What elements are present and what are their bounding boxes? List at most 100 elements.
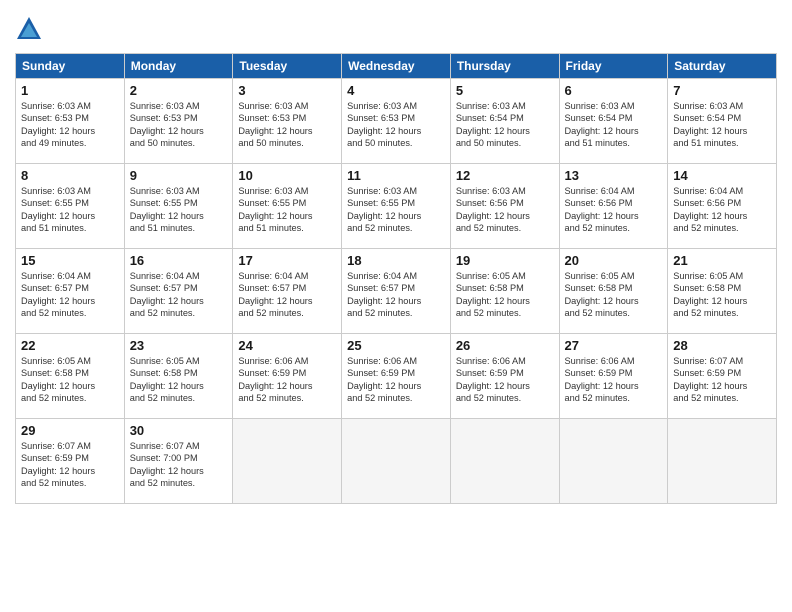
day-info: Sunrise: 6:03 AM Sunset: 6:54 PM Dayligh… — [456, 100, 554, 150]
day-number: 30 — [130, 423, 228, 438]
calendar-day-cell: 28 Sunrise: 6:07 AM Sunset: 6:59 PM Dayli… — [668, 334, 777, 419]
calendar-day-cell: 6 Sunrise: 6:03 AM Sunset: 6:54 PM Daylig… — [559, 79, 668, 164]
day-info: Sunrise: 6:07 AM Sunset: 6:59 PM Dayligh… — [673, 355, 771, 405]
day-info: Sunrise: 6:06 AM Sunset: 6:59 PM Dayligh… — [347, 355, 445, 405]
day-info: Sunrise: 6:03 AM Sunset: 6:53 PM Dayligh… — [21, 100, 119, 150]
calendar-day-cell: 21Sunrise: 6:05 AM Sunset: 6:58 PM Dayli… — [668, 249, 777, 334]
day-info: Sunrise: 6:03 AM Sunset: 6:54 PM Dayligh… — [673, 100, 771, 150]
weekday-header-cell: Saturday — [668, 54, 777, 79]
calendar-day-cell: 29 Sunrise: 6:07 AM Sunset: 6:59 PM Dayli… — [16, 419, 125, 504]
day-info: Sunrise: 6:07 AM Sunset: 6:59 PM Dayligh… — [21, 440, 119, 490]
weekday-header-cell: Thursday — [450, 54, 559, 79]
day-number: 27 — [565, 338, 663, 353]
day-number: 16 — [130, 253, 228, 268]
calendar-day-cell: 26 Sunrise: 6:06 AM Sunset: 6:59 PM Dayli… — [450, 334, 559, 419]
day-info: Sunrise: 6:03 AM Sunset: 6:55 PM Dayligh… — [238, 185, 336, 235]
day-info: Sunrise: 6:03 AM Sunset: 6:53 PM Dayligh… — [130, 100, 228, 150]
calendar-day-cell: 25 Sunrise: 6:06 AM Sunset: 6:59 PM Dayli… — [342, 334, 451, 419]
day-info: Sunrise: 6:03 AM Sunset: 6:55 PM Dayligh… — [347, 185, 445, 235]
calendar-body: 1 Sunrise: 6:03 AM Sunset: 6:53 PM Daylig… — [16, 79, 777, 504]
calendar-day-cell: 24 Sunrise: 6:06 AM Sunset: 6:59 PM Dayli… — [233, 334, 342, 419]
logo — [15, 15, 47, 43]
calendar-day-cell: 12Sunrise: 6:03 AM Sunset: 6:56 PM Dayli… — [450, 164, 559, 249]
day-info: Sunrise: 6:03 AM Sunset: 6:53 PM Dayligh… — [347, 100, 445, 150]
calendar-week-row: 1 Sunrise: 6:03 AM Sunset: 6:53 PM Daylig… — [16, 79, 777, 164]
day-number: 12 — [456, 168, 554, 183]
calendar-day-cell: 22 Sunrise: 6:05 AM Sunset: 6:58 PM Dayli… — [16, 334, 125, 419]
day-info: Sunrise: 6:06 AM Sunset: 6:59 PM Dayligh… — [565, 355, 663, 405]
day-info: Sunrise: 6:04 AM Sunset: 6:56 PM Dayligh… — [565, 185, 663, 235]
calendar-day-cell: 16 Sunrise: 6:04 AM Sunset: 6:57 PM Dayli… — [124, 249, 233, 334]
day-number: 9 — [130, 168, 228, 183]
day-info: Sunrise: 6:05 AM Sunset: 6:58 PM Dayligh… — [21, 355, 119, 405]
calendar-day-cell: 23Sunrise: 6:05 AM Sunset: 6:58 PM Dayli… — [124, 334, 233, 419]
day-number: 24 — [238, 338, 336, 353]
day-number: 11 — [347, 168, 445, 183]
calendar-day-cell: 14 Sunrise: 6:04 AM Sunset: 6:56 PM Dayli… — [668, 164, 777, 249]
calendar-table: SundayMondayTuesdayWednesdayThursdayFrid… — [15, 53, 777, 504]
day-number: 23 — [130, 338, 228, 353]
calendar-day-cell: 9 Sunrise: 6:03 AM Sunset: 6:55 PM Daylig… — [124, 164, 233, 249]
day-info: Sunrise: 6:03 AM Sunset: 6:54 PM Dayligh… — [565, 100, 663, 150]
weekday-header-cell: Monday — [124, 54, 233, 79]
calendar-day-cell: 10 Sunrise: 6:03 AM Sunset: 6:55 PM Dayli… — [233, 164, 342, 249]
day-number: 15 — [21, 253, 119, 268]
day-number: 10 — [238, 168, 336, 183]
calendar-day-cell: 17Sunrise: 6:04 AM Sunset: 6:57 PM Dayli… — [233, 249, 342, 334]
calendar-day-cell: 11 Sunrise: 6:03 AM Sunset: 6:55 PM Dayli… — [342, 164, 451, 249]
calendar-day-cell: 18Sunrise: 6:04 AM Sunset: 6:57 PM Dayli… — [342, 249, 451, 334]
day-number: 7 — [673, 83, 771, 98]
calendar-day-cell — [559, 419, 668, 504]
day-number: 20 — [565, 253, 663, 268]
weekday-header-cell: Wednesday — [342, 54, 451, 79]
day-info: Sunrise: 6:04 AM Sunset: 6:57 PM Dayligh… — [238, 270, 336, 320]
calendar-day-cell: 30 Sunrise: 6:07 AM Sunset: 7:00 PM Dayli… — [124, 419, 233, 504]
logo-icon — [15, 15, 43, 43]
day-number: 6 — [565, 83, 663, 98]
day-info: Sunrise: 6:04 AM Sunset: 6:57 PM Dayligh… — [21, 270, 119, 320]
calendar-week-row: 8 Sunrise: 6:03 AM Sunset: 6:55 PM Daylig… — [16, 164, 777, 249]
day-number: 22 — [21, 338, 119, 353]
weekday-header-cell: Friday — [559, 54, 668, 79]
day-number: 26 — [456, 338, 554, 353]
day-info: Sunrise: 6:04 AM Sunset: 6:56 PM Dayligh… — [673, 185, 771, 235]
day-info: Sunrise: 6:03 AM Sunset: 6:55 PM Dayligh… — [21, 185, 119, 235]
calendar-week-row: 22 Sunrise: 6:05 AM Sunset: 6:58 PM Dayli… — [16, 334, 777, 419]
calendar-week-row: 15 Sunrise: 6:04 AM Sunset: 6:57 PM Dayli… — [16, 249, 777, 334]
calendar-day-cell: 15 Sunrise: 6:04 AM Sunset: 6:57 PM Dayli… — [16, 249, 125, 334]
day-info: Sunrise: 6:05 AM Sunset: 6:58 PM Dayligh… — [565, 270, 663, 320]
calendar-day-cell: 27 Sunrise: 6:06 AM Sunset: 6:59 PM Dayli… — [559, 334, 668, 419]
calendar-day-cell: 7 Sunrise: 6:03 AM Sunset: 6:54 PM Daylig… — [668, 79, 777, 164]
calendar-day-cell — [668, 419, 777, 504]
day-number: 5 — [456, 83, 554, 98]
day-info: Sunrise: 6:04 AM Sunset: 6:57 PM Dayligh… — [347, 270, 445, 320]
calendar-day-cell: 3 Sunrise: 6:03 AM Sunset: 6:53 PM Daylig… — [233, 79, 342, 164]
day-info: Sunrise: 6:07 AM Sunset: 7:00 PM Dayligh… — [130, 440, 228, 490]
calendar-week-row: 29 Sunrise: 6:07 AM Sunset: 6:59 PM Dayli… — [16, 419, 777, 504]
page-header — [15, 15, 777, 43]
calendar-day-cell: 19Sunrise: 6:05 AM Sunset: 6:58 PM Dayli… — [450, 249, 559, 334]
weekday-header-cell: Sunday — [16, 54, 125, 79]
day-number: 1 — [21, 83, 119, 98]
day-number: 28 — [673, 338, 771, 353]
day-number: 8 — [21, 168, 119, 183]
day-info: Sunrise: 6:04 AM Sunset: 6:57 PM Dayligh… — [130, 270, 228, 320]
calendar-day-cell — [233, 419, 342, 504]
day-info: Sunrise: 6:03 AM Sunset: 6:55 PM Dayligh… — [130, 185, 228, 235]
day-number: 2 — [130, 83, 228, 98]
day-number: 29 — [21, 423, 119, 438]
day-info: Sunrise: 6:05 AM Sunset: 6:58 PM Dayligh… — [673, 270, 771, 320]
day-number: 4 — [347, 83, 445, 98]
day-number: 14 — [673, 168, 771, 183]
day-number: 3 — [238, 83, 336, 98]
day-number: 19 — [456, 253, 554, 268]
day-number: 13 — [565, 168, 663, 183]
day-info: Sunrise: 6:06 AM Sunset: 6:59 PM Dayligh… — [238, 355, 336, 405]
day-info: Sunrise: 6:03 AM Sunset: 6:53 PM Dayligh… — [238, 100, 336, 150]
calendar-day-cell — [342, 419, 451, 504]
calendar-day-cell: 4 Sunrise: 6:03 AM Sunset: 6:53 PM Daylig… — [342, 79, 451, 164]
day-number: 25 — [347, 338, 445, 353]
calendar-day-cell: 5 Sunrise: 6:03 AM Sunset: 6:54 PM Daylig… — [450, 79, 559, 164]
calendar-day-cell: 20 Sunrise: 6:05 AM Sunset: 6:58 PM Dayli… — [559, 249, 668, 334]
day-info: Sunrise: 6:06 AM Sunset: 6:59 PM Dayligh… — [456, 355, 554, 405]
